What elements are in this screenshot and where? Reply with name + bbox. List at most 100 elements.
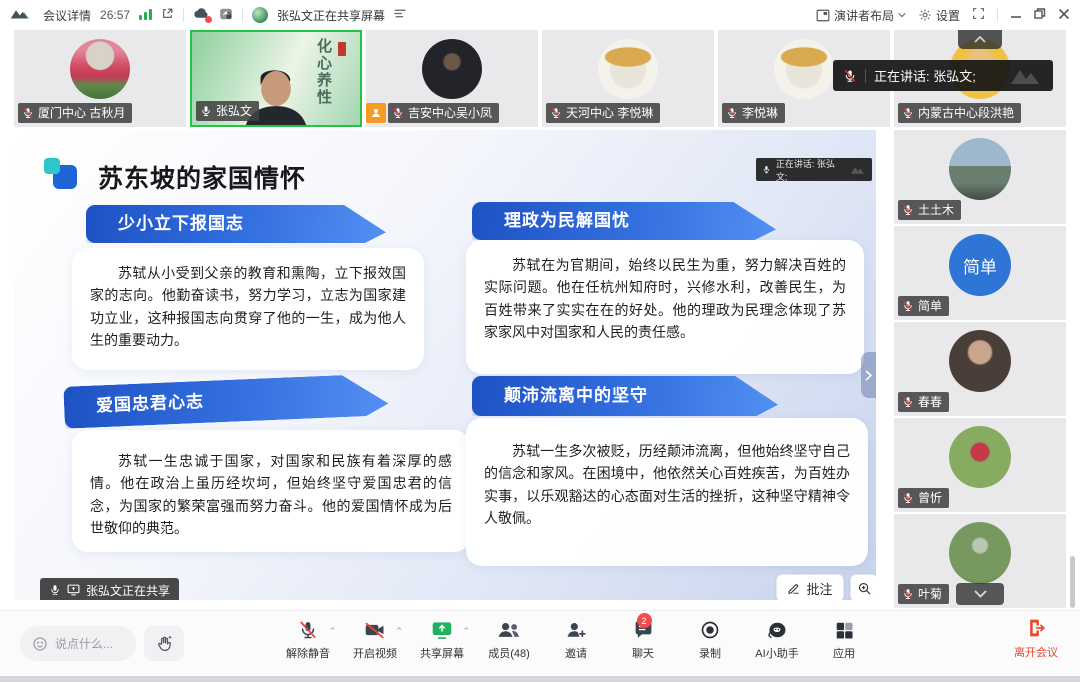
popout-icon[interactable] — [161, 7, 174, 23]
avatar: 简单 — [949, 234, 1011, 296]
host-badge-icon — [366, 103, 386, 123]
watermark-logo-icon — [850, 165, 866, 175]
record-button[interactable]: 录制 — [686, 618, 734, 661]
invite-button[interactable]: 邀请 — [552, 618, 600, 661]
mic-muted-icon — [392, 107, 404, 119]
mic-muted-icon — [902, 492, 914, 504]
pen-icon — [787, 581, 801, 595]
fullscreen-button[interactable] — [972, 7, 985, 23]
unmute-button[interactable]: ⌃ 解除静音 — [284, 618, 332, 661]
share-detail-icon[interactable] — [394, 8, 407, 22]
chat-button[interactable]: 2 聊天 — [619, 618, 667, 661]
apps-grid-icon — [835, 621, 854, 640]
settings-button[interactable]: 设置 — [918, 7, 960, 24]
mic-muted-icon — [843, 69, 857, 83]
participant-label: 吉安中心吴小凤 — [388, 103, 499, 123]
meeting-toolbar: 说点什么... ⌃ 解除静音 ⌃ 开启视频 ⌃ 共享 — [0, 610, 1080, 675]
chat-input[interactable]: 说点什么... — [20, 626, 136, 661]
video-tile-chunchun[interactable]: 春春 — [894, 322, 1066, 416]
chevron-up-icon[interactable]: ⌃ — [328, 626, 336, 637]
video-tile-yeju[interactable]: 叶菊 — [894, 514, 1066, 608]
apps-button[interactable]: 应用 — [820, 618, 868, 661]
sharer-indicator-badge: 张弘文正在共享 — [40, 578, 179, 600]
speaking-now-text: 正在讲话: 张弘文; — [874, 66, 976, 85]
restore-button[interactable] — [1034, 8, 1046, 23]
close-button[interactable] — [1058, 8, 1070, 23]
chevron-down-icon — [974, 590, 987, 598]
watermark-logo-icon — [1009, 66, 1043, 86]
mic-muted-icon — [902, 300, 914, 312]
meeting-details-button[interactable]: 会议详情 — [43, 7, 91, 24]
chevron-up-icon[interactable]: ⌃ — [395, 626, 403, 637]
mic-muted-icon — [902, 107, 914, 119]
video-tile-liyuelin-tianhe[interactable]: 天河中心 李悦琳 — [542, 30, 714, 127]
avatar — [422, 39, 482, 99]
members-button[interactable]: 成员(48) — [485, 618, 533, 661]
section-body-3: 苏轼一生忠诚于国家，对国家和民族有着深厚的感情。他在政治上虽历经坎坷，但始终坚守… — [72, 430, 470, 552]
signal-strength-icon — [139, 8, 152, 23]
record-icon — [700, 620, 720, 640]
app-logo-icon — [10, 7, 34, 24]
mic-muted-icon — [726, 107, 738, 119]
share-screen-button[interactable]: ⌃ 共享屏幕 — [418, 618, 466, 661]
ai-assistant-icon — [766, 620, 788, 640]
camera-muted-icon — [364, 620, 386, 640]
zoom-in-button[interactable] — [850, 574, 876, 600]
minimize-button[interactable] — [1010, 8, 1022, 23]
section-body-1: 苏轼从小受到父亲的教育和熏陶，立下报效国家的志向。他勤奋读书，努力学习，立志为国… — [72, 248, 424, 370]
participant-sidebar: 土土木 简单 简单 春春 曾忻 叶菊 — [894, 130, 1066, 610]
video-tile-guqiuyue[interactable]: 厦门中心 古秋月 — [14, 30, 186, 127]
screen-share-icon — [431, 620, 453, 640]
start-video-button[interactable]: ⌃ 开启视频 — [351, 618, 399, 661]
participant-label: 春春 — [898, 392, 949, 412]
participant-label: 厦门中心 古秋月 — [18, 103, 132, 123]
chevron-up-icon — [974, 36, 986, 43]
mic-muted-icon — [22, 107, 34, 119]
avatar — [70, 39, 130, 99]
meeting-timer: 26:57 — [100, 8, 130, 22]
screen-share-mini-icon — [67, 584, 80, 596]
chat-unread-badge: 2 — [637, 613, 652, 628]
raise-hand-button[interactable] — [144, 626, 184, 661]
seal-decoration — [338, 42, 346, 56]
speaking-now-tooltip: 正在讲话: 张弘文; — [833, 60, 1053, 91]
chevron-down-icon — [898, 12, 906, 18]
video-tile-tutumu[interactable]: 土土木 — [894, 130, 1066, 224]
slide-title: 苏东坡的家国情怀 — [98, 159, 306, 195]
section-body-4: 苏轼一生多次被贬，历经颠沛流离，但他始终坚守自己的信念和家风。在困境中，他依然关… — [466, 418, 868, 566]
ai-assistant-button[interactable]: AI小助手 — [753, 618, 801, 661]
layout-switch-button[interactable]: 演讲者布局 — [816, 7, 906, 24]
cloud-record-icon[interactable] — [193, 7, 210, 23]
collapse-strip-button[interactable] — [958, 30, 1002, 49]
participant-label: 叶菊 — [898, 584, 949, 604]
chevron-right-icon — [865, 370, 872, 381]
chevron-up-icon[interactable]: ⌃ — [462, 626, 470, 637]
avatar — [774, 39, 834, 99]
avatar — [949, 330, 1011, 392]
sidebar-scrollbar[interactable] — [1070, 556, 1075, 608]
avatar — [949, 522, 1011, 584]
titlebar: 会议详情 26:57 张弘文正在共享屏幕 演讲者布局 设置 — [0, 0, 1080, 30]
annotate-button[interactable]: 批注 — [776, 574, 844, 600]
meeting-security-icon[interactable] — [219, 7, 233, 24]
mic-muted-icon — [902, 588, 914, 600]
video-tile-wuxiaofeng[interactable]: 吉安中心吴小凤 — [366, 30, 538, 127]
panel-expand-handle[interactable] — [861, 352, 876, 398]
video-tile-zengxin[interactable]: 曾忻 — [894, 418, 1066, 512]
mic-muted-icon — [298, 620, 318, 640]
invite-person-icon — [565, 620, 587, 640]
scroll-down-button[interactable] — [956, 583, 1004, 605]
video-tile-jiandan[interactable]: 简单 简单 — [894, 226, 1066, 320]
section-body-2: 苏轼在为官期间，始终以民生为重，努力解决百姓的实际问题。他在任杭州知府时，兴修水… — [466, 240, 864, 374]
video-tile-zhanghongwen[interactable]: 化心养性 张弘文 — [190, 30, 362, 127]
shared-screen-content: 苏东坡的家国情怀 正在讲话: 张弘文; 少小立下报国志 苏轼从小受到父亲的教育和… — [14, 130, 876, 600]
chat-input-placeholder: 说点什么... — [55, 635, 113, 652]
slide-logo-icon — [44, 158, 84, 196]
taskbar-sliver — [0, 676, 1080, 682]
leave-meeting-button[interactable]: 离开会议 — [1014, 618, 1058, 660]
participant-label: 内蒙古中心段洪艳 — [898, 103, 1021, 123]
raise-hand-icon — [155, 634, 174, 653]
mic-muted-icon — [550, 107, 562, 119]
participant-label: 曾忻 — [898, 488, 949, 508]
avatar — [949, 138, 1011, 200]
